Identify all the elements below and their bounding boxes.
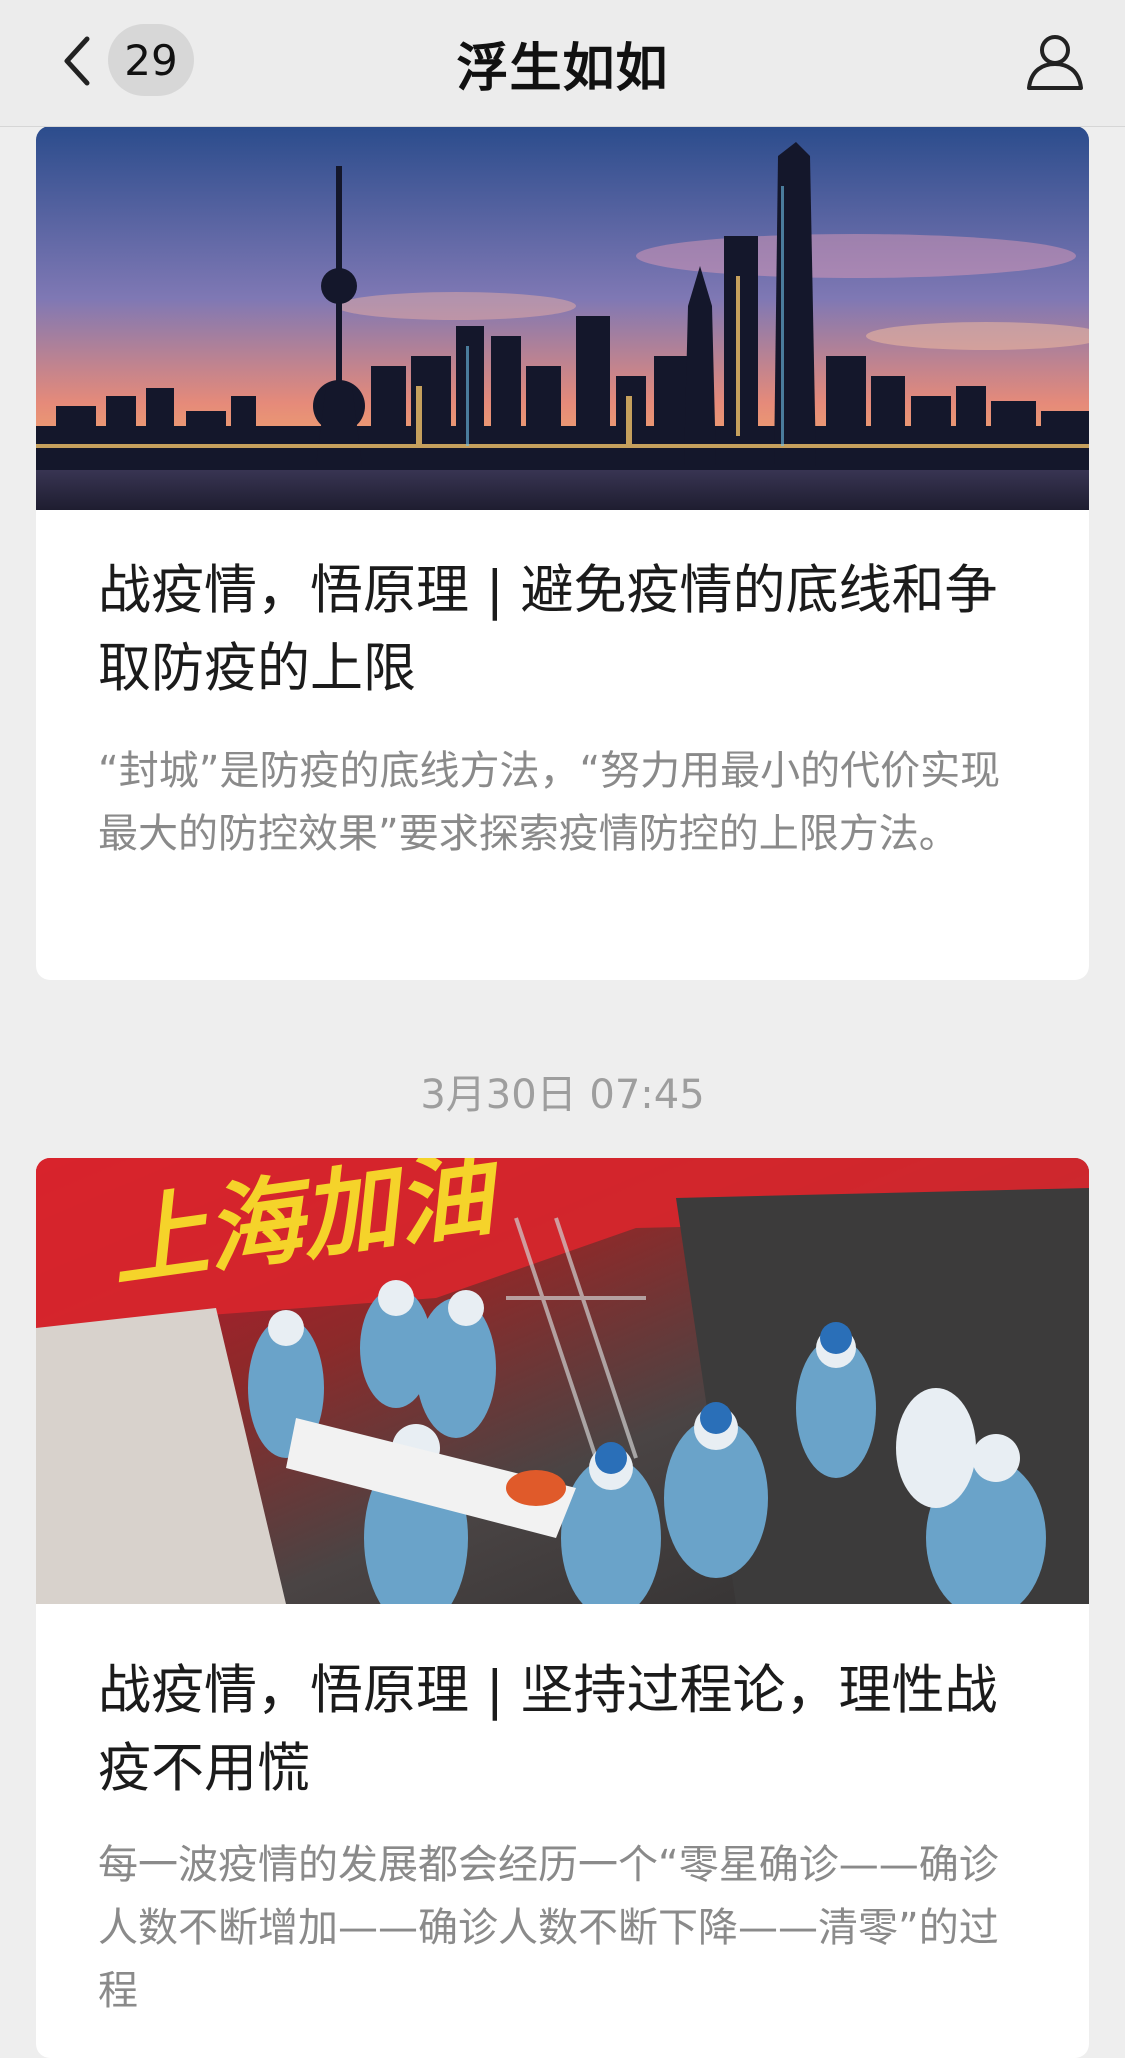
article-title[interactable]: 战疫情，悟原理 | 避免疫情的底线和争取防疫的上限 <box>98 552 1029 708</box>
article-summary: 每一波疫情的发展都会经历一个“零星确诊——确诊人数不断增加——确诊人数不断下降—… <box>98 1842 999 2014</box>
nav-bar: 29 浮生如如 <box>0 0 1125 127</box>
publish-timestamp: 3月30日 07:45 <box>420 1072 705 1118</box>
article-title[interactable]: 战疫情，悟原理 | 坚持过程论，理性战疫不用慌 <box>98 1652 1029 1808</box>
article-card[interactable]: 上海加油 战疫情，悟原理 | 坚持过程论，理性战疫不用慌 每一波疫情的发展都会经… <box>36 1158 1089 2058</box>
person-icon <box>1027 35 1083 90</box>
article-cover-image-medical: 上海加油 <box>36 1158 1089 1604</box>
article-summary: “封城”是防疫的底线方法，“努力用最小的代价实现最大的防控效果”要求探索疫情防控… <box>98 748 1001 857</box>
article-card[interactable]: 战疫情，悟原理 | 避免疫情的底线和争取防疫的上限 “封城”是防疫的底线方法，“… <box>36 126 1089 980</box>
article-cover-image-skyline <box>36 126 1089 510</box>
profile-button[interactable] <box>1017 24 1093 100</box>
page-title: 浮生如如 <box>456 39 669 99</box>
